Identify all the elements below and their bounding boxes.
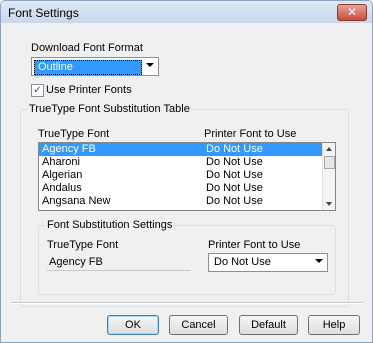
list-item[interactable]: Agency FB Do Not Use bbox=[39, 143, 323, 156]
truetype-font-label: TrueType Font bbox=[47, 239, 119, 251]
download-format-value: Outline bbox=[34, 60, 142, 75]
dialog-body: Download Font Format Outline ✓ Use Print… bbox=[8, 23, 365, 335]
default-button[interactable]: Default bbox=[239, 315, 298, 335]
printer-font-value: Do Not Use bbox=[214, 256, 271, 268]
font-settings-dialog: Font Settings ✕ Download Font Format Out… bbox=[0, 0, 373, 343]
list-item[interactable]: Aharoni Do Not Use bbox=[39, 156, 323, 169]
substitution-table-group: TrueType Font Substitution Table TrueTyp… bbox=[20, 103, 349, 307]
checkmark-icon: ✓ bbox=[33, 85, 42, 96]
printer-font-label: Printer Font to Use bbox=[208, 239, 301, 251]
col-header-truetype: TrueType Font bbox=[38, 128, 110, 140]
cancel-button[interactable]: Cancel bbox=[169, 315, 228, 335]
scroll-down-icon[interactable] bbox=[326, 202, 332, 206]
list-item[interactable]: Angsana New Do Not Use bbox=[39, 195, 323, 208]
col-header-printer: Printer Font to Use bbox=[204, 128, 297, 140]
font-substitution-settings-title: Font Substitution Settings bbox=[45, 219, 175, 231]
list-item[interactable]: Algerian Do Not Use bbox=[39, 169, 323, 182]
use-printer-fonts-checkbox[interactable]: ✓ bbox=[31, 84, 44, 97]
list-item[interactable]: Andalus Do Not Use bbox=[39, 182, 323, 195]
truetype-font-value: Agency FB bbox=[49, 256, 103, 268]
font-substitution-settings-group: Font Substitution Settings TrueType Font… bbox=[38, 219, 336, 295]
font-substitution-list[interactable]: Agency FB Do Not Use Aharoni Do Not Use … bbox=[38, 142, 336, 211]
separator bbox=[10, 302, 363, 304]
ok-button[interactable]: OK bbox=[107, 315, 159, 335]
download-format-label: Download Font Format bbox=[31, 42, 143, 54]
help-button[interactable]: Help bbox=[308, 315, 360, 335]
title-bar: Font Settings ✕ bbox=[1, 1, 372, 23]
chevron-down-icon bbox=[315, 259, 323, 263]
close-button[interactable]: ✕ bbox=[337, 4, 367, 21]
download-format-select[interactable]: Outline bbox=[31, 57, 159, 76]
chevron-down-icon bbox=[146, 63, 154, 67]
use-printer-fonts-label[interactable]: Use Printer Fonts bbox=[46, 84, 132, 96]
substitution-table-title: TrueType Font Substitution Table bbox=[27, 103, 192, 115]
list-scrollbar[interactable] bbox=[322, 143, 335, 210]
dialog-title: Font Settings bbox=[8, 6, 79, 20]
scrollbar-thumb[interactable] bbox=[324, 156, 335, 169]
truetype-font-value-box: Agency FB bbox=[47, 253, 191, 271]
close-icon: ✕ bbox=[346, 5, 358, 19]
scroll-up-icon[interactable] bbox=[326, 147, 332, 151]
printer-font-select[interactable]: Do Not Use bbox=[208, 253, 328, 272]
